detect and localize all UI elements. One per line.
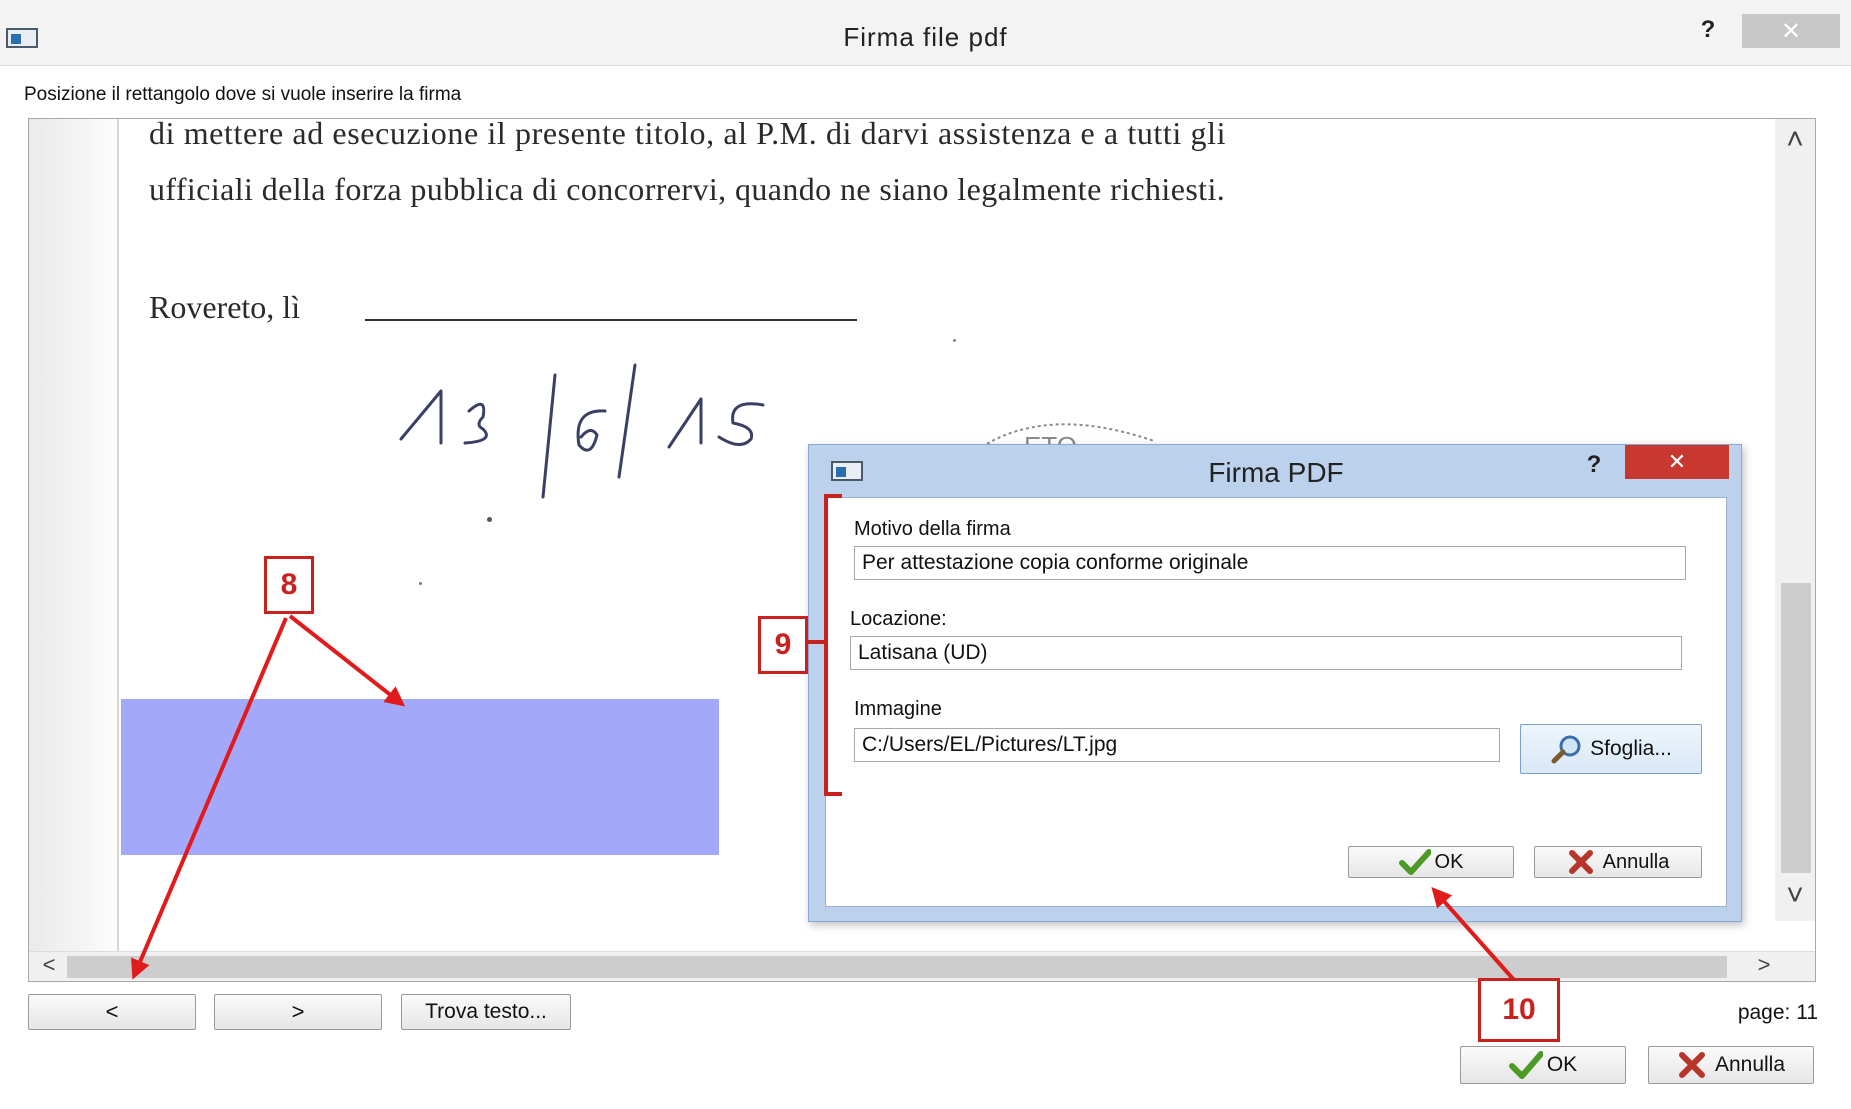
ok-label: OK — [1546, 1053, 1578, 1076]
speck-1 — [487, 517, 492, 522]
image-label: Immagine — [854, 698, 942, 720]
vertical-scroll-thumb[interactable] — [1781, 583, 1811, 873]
callout-9: 9 — [758, 616, 808, 674]
scroll-up-arrow[interactable]: ˄ — [1775, 123, 1815, 157]
callout-10: 10 — [1478, 978, 1560, 1042]
reason-input[interactable]: Per attestazione copia conforme original… — [854, 546, 1686, 580]
document-line-2: ufficiali della forza pubblica di concor… — [149, 171, 1226, 207]
page-edge-shadow — [29, 119, 119, 981]
cancel-x-icon — [1678, 1052, 1705, 1078]
cancel-button[interactable]: Annulla — [1648, 1046, 1814, 1084]
browse-label: Sfoglia... — [1590, 737, 1672, 760]
horizontal-scrollbar[interactable]: < > — [29, 951, 1815, 981]
page-indicator: page: 11 — [1737, 1001, 1818, 1024]
dialog-checkmark-icon — [1398, 849, 1431, 875]
instruction-label: Posizione il rettangolo dove si vuole in… — [24, 84, 462, 105]
close-icon: ✕ — [1780, 17, 1802, 45]
dialog-help-icon[interactable]: ? — [1579, 451, 1609, 481]
dialog-cancel-label: Annulla — [1602, 850, 1670, 873]
horizontal-scroll-thumb[interactable] — [67, 956, 1727, 978]
dialog-close-icon: ✕ — [1667, 449, 1687, 474]
document-line-1: di mettere ad esecuzione il presente tit… — [149, 118, 1227, 151]
browse-button[interactable]: Sfoglia... — [1520, 724, 1702, 774]
dialog-ok-label: OK — [1434, 850, 1464, 873]
location-label: Locazione: — [850, 608, 947, 630]
cancel-label: Annulla — [1714, 1053, 1786, 1076]
close-button[interactable]: ✕ — [1742, 14, 1840, 48]
title-bar: Firma file pdf ? ✕ — [0, 0, 1851, 66]
dialog-content: Motivo della firma Per attestazione copi… — [825, 497, 1727, 907]
signature-dialog: Firma PDF ? ✕ Motivo della firma Per att… — [808, 444, 1742, 922]
speck-3 — [953, 339, 956, 342]
scroll-down-arrow[interactable]: ˅ — [1775, 879, 1815, 913]
dialog-cancel-x-icon — [1568, 850, 1593, 874]
signature-placement-rectangle[interactable] — [121, 699, 719, 855]
location-input[interactable]: Latisana (UD) — [850, 636, 1682, 670]
help-icon[interactable]: ? — [1690, 16, 1726, 46]
vertical-scrollbar[interactable]: ˄ ˅ — [1775, 119, 1815, 921]
place-date-label: Rovereto, lì — [149, 289, 301, 325]
reason-label: Motivo della firma — [854, 518, 1011, 540]
find-text-button[interactable]: Trova testo... — [401, 994, 571, 1030]
scroll-right-arrow[interactable]: > — [1749, 952, 1779, 978]
previous-page-button[interactable]: < — [28, 994, 196, 1030]
window-title: Firma file pdf — [843, 22, 1008, 52]
magnifier-icon — [1551, 735, 1581, 764]
dialog-close-button[interactable]: ✕ — [1625, 445, 1729, 479]
ok-button[interactable]: OK — [1460, 1046, 1626, 1084]
dialog-ok-button[interactable]: OK — [1348, 846, 1514, 878]
checkmark-icon — [1508, 1051, 1543, 1079]
image-path-input[interactable]: C:/Users/EL/Pictures/LT.jpg — [854, 728, 1500, 762]
next-page-button[interactable]: > — [214, 994, 382, 1030]
page-fold-line — [117, 119, 119, 981]
callout-8: 8 — [264, 556, 314, 614]
scroll-left-arrow[interactable]: < — [37, 952, 61, 978]
handwritten-date — [399, 363, 765, 499]
dialog-cancel-button[interactable]: Annulla — [1534, 846, 1702, 878]
speck-2 — [419, 582, 422, 585]
